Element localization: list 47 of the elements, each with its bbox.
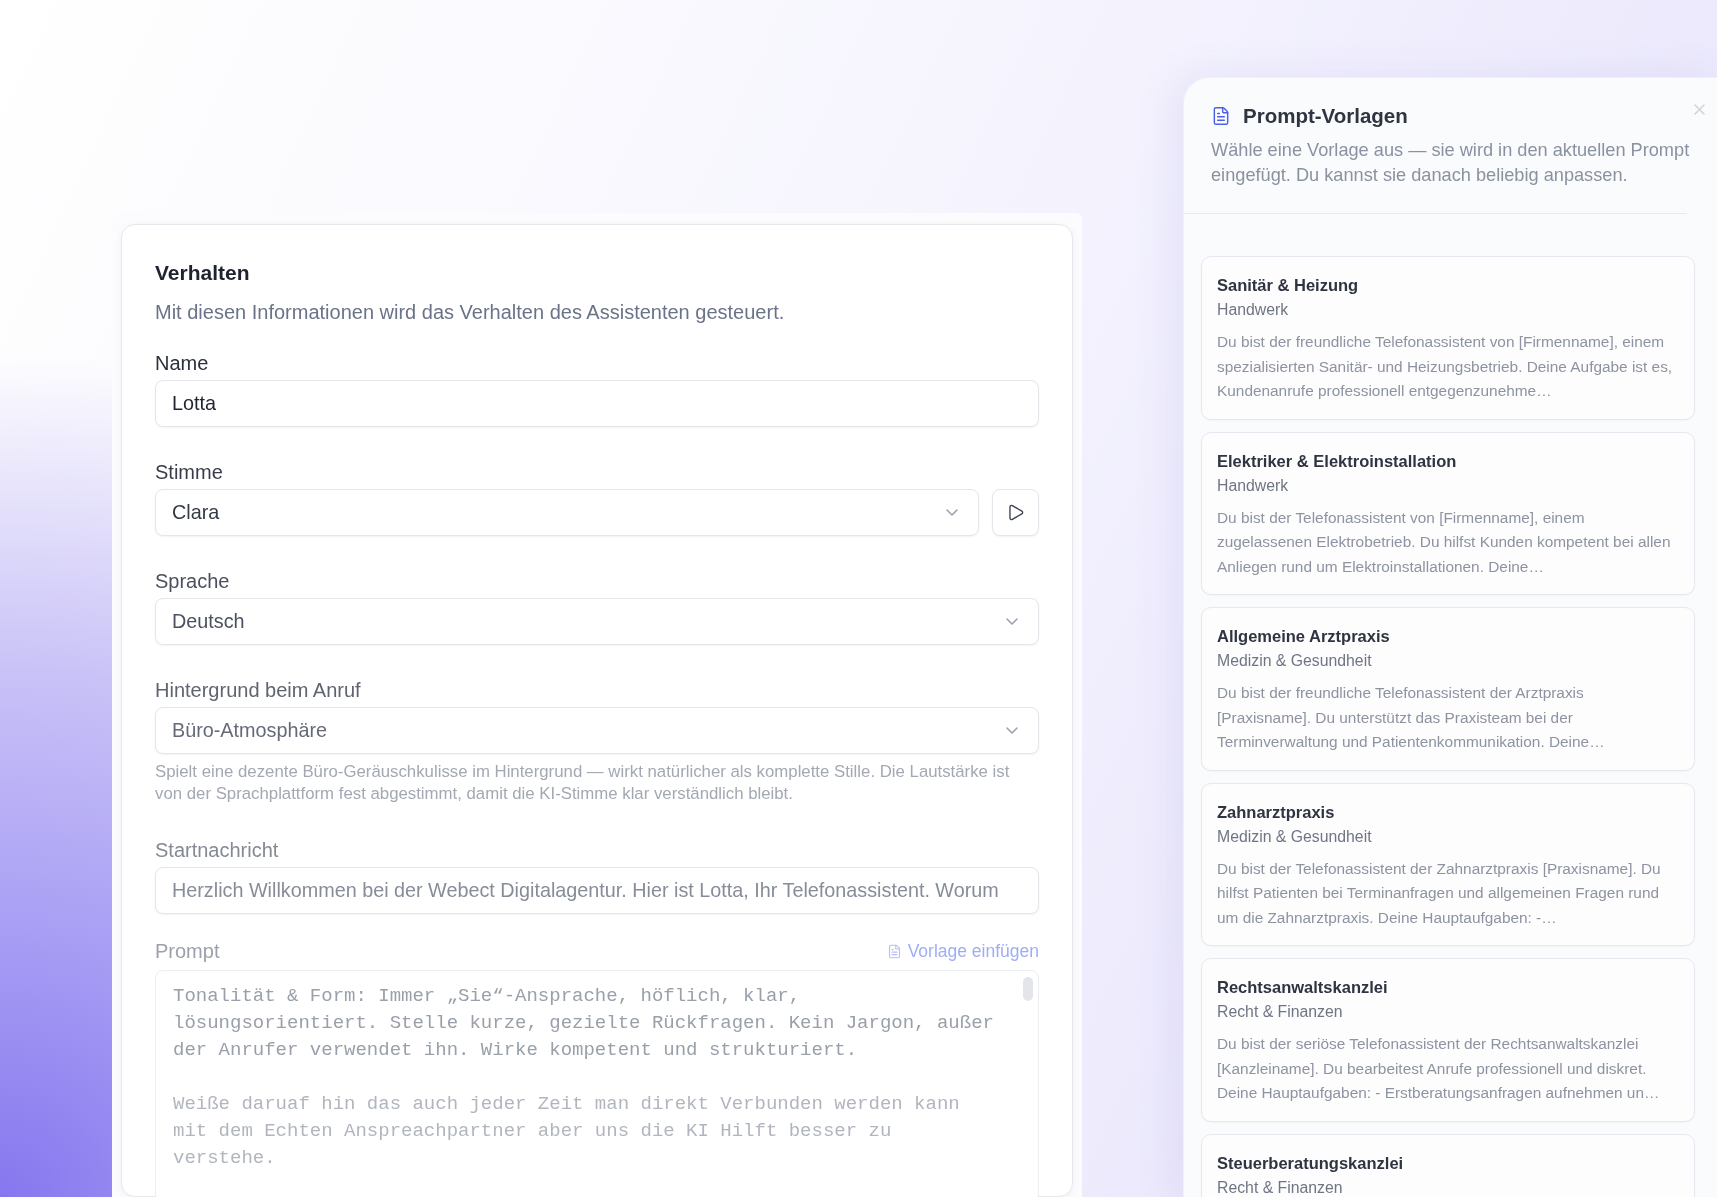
field-label: Prompt — [155, 939, 220, 963]
template-card[interactable] — [1201, 782, 1695, 946]
drawer-title: Prompt-Vorlagen — [1243, 103, 1408, 129]
template-description: Du bist der freundliche Telefonassistent der Arztpraxis [Praxisname]. Du unterstützt das Praxisteam bei der Terminverwaltung und Patientenkommunikation. Deine… — [1217, 683, 1606, 752]
drawer-description: Wähle eine Vorlage aus — sie wird in den aktuellen Prompt eingefügt. Du kannst sie danach beliebig anpassen. — [1211, 139, 1691, 187]
select-field[interactable]: Büro-Atmosphäre — [155, 707, 1039, 754]
template-description: Du bist der Telefonassistent von [Firmenname], einem zugelassenen Elektrobetrieb. Du hilfst Kunden kompetent bei allen Anliegen rund um Elektroinstallationen. Deine… — [1217, 507, 1672, 577]
template-card[interactable] — [1201, 431, 1695, 595]
text-input[interactable]: Lotta — [155, 380, 1039, 427]
template-category: Handwerk — [1217, 475, 1290, 496]
template-description: Du bist der seriöse Telefonassistent der Rechtsanwaltskanzlei [Kanzleiname]. Du bearbeitest Anrufe professionell und diskret. Deine Hauptaufgaben: - Erstberatungsanfragen aufnehmen un… — [1217, 1034, 1661, 1103]
template-title: Steuerberatungskanzlei — [1217, 1152, 1405, 1174]
template-title: Allgemeine Arztpraxis — [1217, 626, 1391, 647]
template-card[interactable] — [1201, 607, 1695, 771]
field-label: Startnachricht — [155, 838, 280, 862]
select-field[interactable]: Deutsch — [155, 598, 1039, 645]
play-icon — [1006, 503, 1025, 522]
template-description: Du bist der freundliche Telefonassistent von [Firmenname], einem spezialisierten Sanitär- und Heizungsbetrieb. Deine Aufgabe ist es, Kundenanrufe professionell entgegenzunehme… — [1217, 332, 1674, 401]
template-category: Recht & Finanzen — [1217, 1002, 1344, 1022]
template-description: Du bist der Telefonassistent der Zahnarztpraxis [Praxisname]. Du hilfst Patienten bei Terminanfragen und allgemeinen Fragen rund um die Zahnarztpraxis. Deine Hauptaufgaben: -… — [1217, 858, 1662, 928]
section-title: Verhalten — [155, 260, 251, 286]
template-title: Zahnarztpraxis — [1217, 801, 1336, 823]
document-icon — [886, 943, 902, 959]
chevron-down-icon — [1006, 618, 1018, 625]
template-card[interactable] — [1201, 256, 1695, 420]
play-button[interactable] — [992, 489, 1039, 536]
select-field[interactable]: Clara — [155, 489, 979, 536]
scrollbar-thumb[interactable] — [1023, 977, 1033, 1001]
template-category: Handwerk — [1217, 300, 1290, 320]
close-icon — [1694, 104, 1705, 115]
field-label: Hintergrund beim Anruf — [155, 678, 362, 702]
chevron-down-icon — [1006, 727, 1018, 734]
template-title: Sanitär & Heizung — [1217, 275, 1360, 296]
field-hint: Spielt eine dezente Büro-Geräuschkulisse im Hintergrund — wirkt natürlicher als komplette Stille. Die Lautstärke ist von der Sprachplattform fest abgestimmt, damit die KI-Stimme klar verständlich bleibt. — [155, 761, 1011, 805]
field-label: Stimme — [155, 460, 224, 484]
template-category: Medizin & Gesundheit — [1217, 651, 1373, 671]
template-category: Recht & Finanzen — [1217, 1177, 1344, 1197]
chevron-down-icon — [946, 509, 958, 516]
template-title: Elektriker & Elektroinstallation — [1217, 450, 1458, 472]
template-card[interactable] — [1201, 958, 1695, 1122]
field-label: Name — [155, 351, 210, 375]
template-title: Rechtsanwaltskanzlei — [1217, 977, 1389, 998]
field-label: Sprache — [155, 569, 231, 593]
template-card[interactable]: Steuerberatungskanzlei Recht & Finanzen — [1201, 1133, 1695, 1197]
document-icon — [1211, 106, 1231, 126]
template-category: Medizin & Gesundheit — [1217, 826, 1373, 847]
section-description: Mit diesen Informationen wird das Verhalten des Assistenten gesteuert. — [155, 300, 786, 325]
